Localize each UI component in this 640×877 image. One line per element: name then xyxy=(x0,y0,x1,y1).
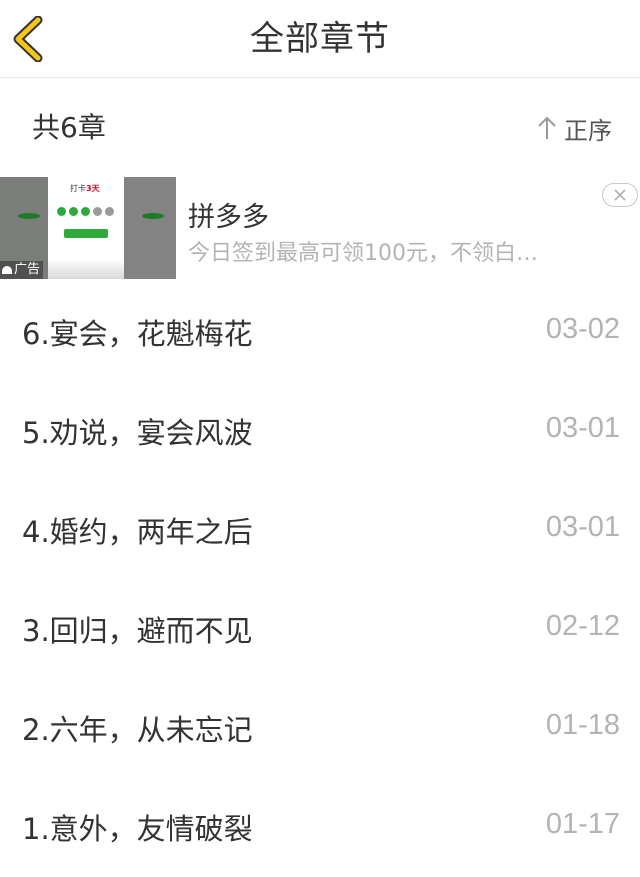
ad-image[interactable]: 打卡3天 广告 xyxy=(0,177,176,279)
chapter-title: 2.六年，从未忘记 xyxy=(22,713,253,747)
chapter-title: 3.回归，避而不见 xyxy=(22,614,253,648)
top-nav-bar: 全部章节 xyxy=(0,0,640,78)
page-title: 全部章节 xyxy=(250,19,390,59)
chapter-list: 6.宴会，花魁梅花 03-02 5.劝说，宴会风波 03-01 4.婚约，两年之… xyxy=(0,283,640,877)
chapter-row[interactable]: 6.宴会，花魁梅花 03-02 xyxy=(0,283,640,382)
chapter-row[interactable]: 2.六年，从未忘记 01-18 xyxy=(0,679,640,778)
ad-app-name: 拼多多 xyxy=(188,202,269,233)
chapter-title: 1.意外，友情破裂 xyxy=(22,812,253,846)
sort-order-button[interactable]: 正序 xyxy=(536,79,612,177)
chapter-date: 02-12 xyxy=(545,610,620,642)
sort-order-label: 正序 xyxy=(564,116,612,145)
chapter-date: 03-02 xyxy=(545,313,620,345)
close-icon xyxy=(614,189,626,201)
chapter-row[interactable]: 3.回归，避而不见 02-12 xyxy=(0,580,640,679)
chapter-summary-bar: 共6章 正序 xyxy=(0,79,640,177)
chapter-date: 03-01 xyxy=(545,412,620,444)
chapter-date: 03-01 xyxy=(545,511,620,543)
chapter-title: 4.婚约，两年之后 xyxy=(22,515,253,549)
chapter-date: 01-17 xyxy=(545,808,620,840)
chapter-count: 共6章 xyxy=(32,111,106,144)
chapter-row[interactable]: 5.劝说，宴会风波 03-01 xyxy=(0,382,640,481)
ad-close-button[interactable] xyxy=(602,183,638,207)
chapter-date: 01-18 xyxy=(545,709,620,741)
cloud-icon xyxy=(2,266,12,274)
chapter-row[interactable]: 4.婚约，两年之后 03-01 xyxy=(0,481,640,580)
chapter-row[interactable]: 1.意外，友情破裂 01-17 xyxy=(0,778,640,877)
ad-tag: 广告 xyxy=(0,261,44,279)
chapter-title: 5.劝说，宴会风波 xyxy=(22,416,253,450)
ad-banner[interactable]: 打卡3天 广告 拼多多 今日签到最高可领100元，不领白… xyxy=(0,177,640,279)
chapter-title: 6.宴会，花魁梅花 xyxy=(22,317,253,351)
ad-description: 今日签到最高可领100元，不领白… xyxy=(188,241,538,266)
arrow-up-icon xyxy=(538,116,556,139)
